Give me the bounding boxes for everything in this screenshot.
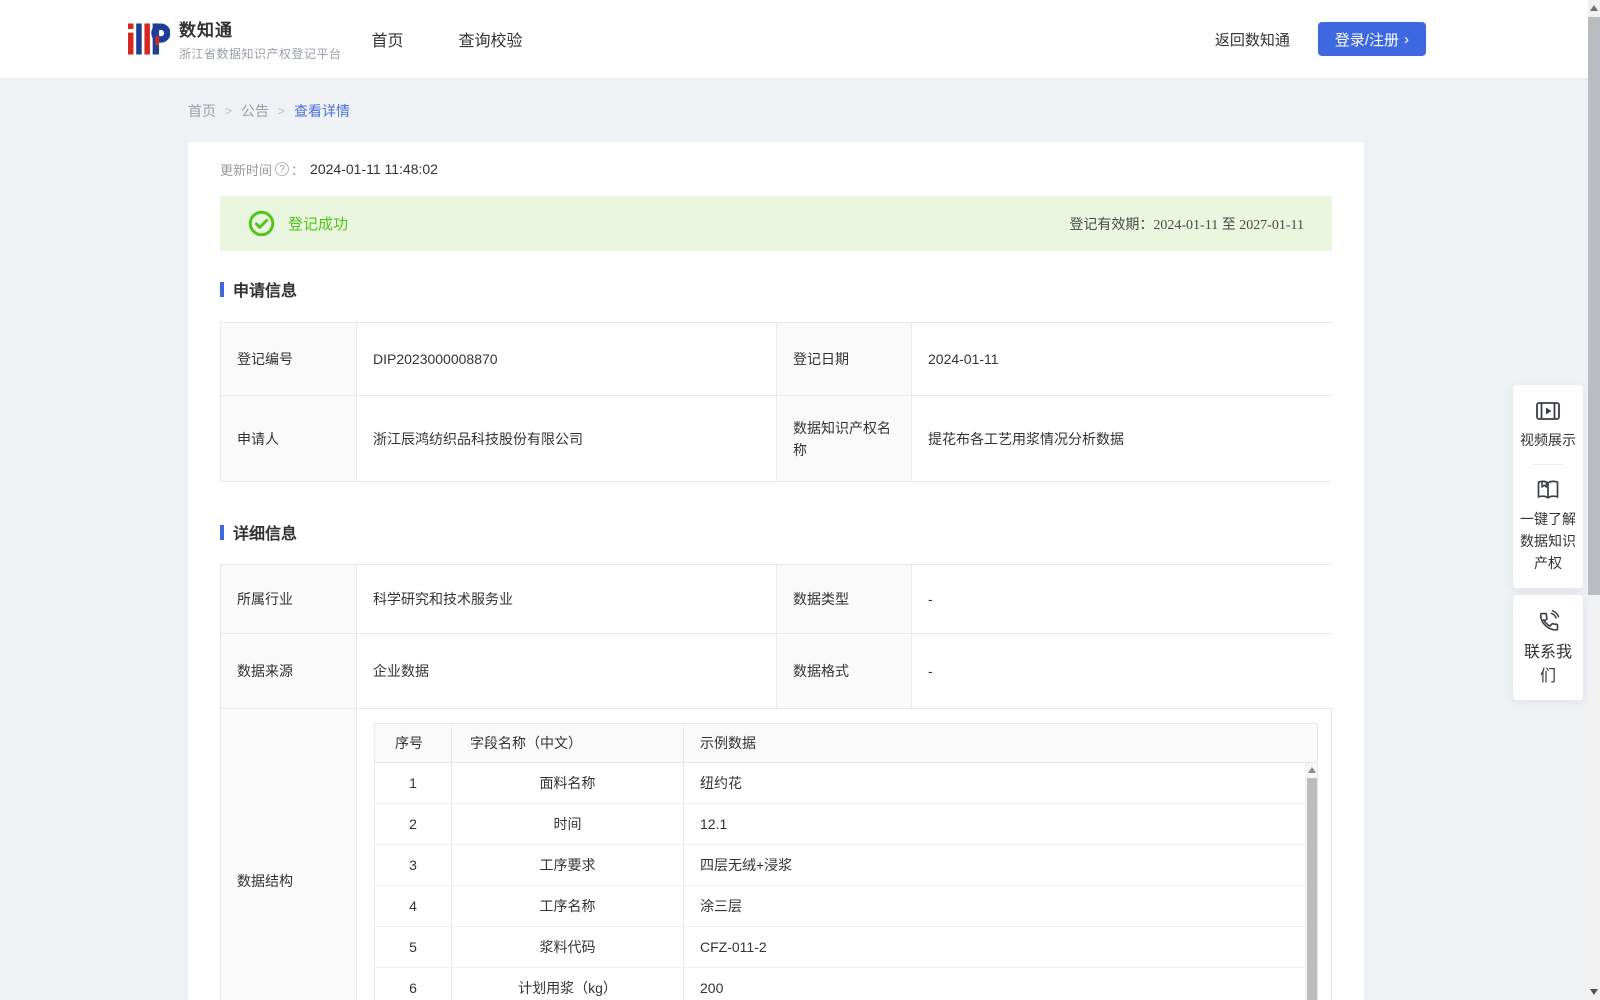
breadcrumb-announcement[interactable]: 公告 <box>241 101 269 121</box>
content-card: 更新时间 ? ： 2024-01-11 11:48:02 登记成功 登记有效期：… <box>188 142 1364 1000</box>
breadcrumb-current: 查看详情 <box>294 103 351 119</box>
book-icon <box>1537 480 1559 499</box>
status-banner: 登记成功 登记有效期：2024-01-11 至 2027-01-11 <box>220 196 1332 251</box>
breadcrumb-separator: > <box>278 104 286 118</box>
logo-icon <box>128 23 170 55</box>
section-bar <box>220 281 224 297</box>
nav-query-verify[interactable]: 查询校验 <box>459 27 523 51</box>
breadcrumb-home[interactable]: 首页 <box>188 101 216 121</box>
validity-period: 登记有效期：2024-01-11 至 2027-01-11 <box>1069 217 1304 233</box>
table-scrollbar[interactable] <box>1305 763 1317 1000</box>
login-register-button[interactable]: 登录/注册 › <box>1317 22 1426 56</box>
scroll-up-arrow-icon[interactable] <box>1308 767 1316 773</box>
logo[interactable]: 数知通 浙江省数据知识产权登记平台 <box>128 16 342 62</box>
video-icon <box>1536 402 1560 420</box>
floating-panel-top: 视频展示 一键了解 数据知识 产权 <box>1513 385 1583 588</box>
chevron-right-icon: › <box>1404 30 1409 48</box>
app-subtitle: 浙江省数据知识产权登记平台 <box>179 47 342 61</box>
divider <box>1531 464 1565 465</box>
field-label: 数据类型 <box>777 565 912 633</box>
table-row: 1 面料名称 纽约花 <box>375 763 1317 804</box>
section-title-application: 申请信息 <box>220 277 1332 301</box>
field-label-data-structure: 数据结构 <box>221 708 357 1000</box>
section-title-detail: 详细信息 <box>220 520 1332 544</box>
breadcrumb: 首页 > 公告 > 查看详情 <box>188 101 1600 121</box>
field-value: 浙江辰鸿纺织品科技股份有限公司 <box>357 395 777 481</box>
section-bar <box>220 524 224 540</box>
update-time-value: 2024-01-11 11:48:02 <box>310 161 438 177</box>
window-scrollbar[interactable] <box>1588 0 1600 1000</box>
column-header-seq: 序号 <box>375 724 452 762</box>
nav-home[interactable]: 首页 <box>372 27 404 51</box>
table-scrollbar-thumb[interactable] <box>1307 778 1317 1000</box>
table-row: 6 计划用浆（kg） 200 <box>375 968 1317 1000</box>
field-value: DIP2023000008870 <box>357 323 777 395</box>
field-value: - <box>912 565 1333 633</box>
field-value: 企业数据 <box>357 633 777 708</box>
data-structure-table: 序号 字段名称（中文） 示例数据 1 面料名称 纽约花 2 时间 12.1 3 … <box>374 723 1318 1000</box>
header: 数知通 浙江省数据知识产权登记平台 首页 查询校验 返回数知通 登录/注册 › <box>0 0 1600 78</box>
field-value: - <box>912 633 1333 708</box>
back-to-shuzhitong-link[interactable]: 返回数知通 <box>1215 29 1290 50</box>
video-display-button[interactable]: 视频展示 <box>1517 399 1579 451</box>
status-text: 登记成功 <box>288 216 349 233</box>
field-label: 登记编号 <box>221 323 357 395</box>
ip-guide-button[interactable]: 一键了解 数据知识 产权 <box>1517 478 1579 574</box>
table-row: 4 工序名称 涂三层 <box>375 886 1317 927</box>
scrollbar-up-arrow-icon[interactable] <box>1590 5 1598 11</box>
page: 数知通 浙江省数据知识产权登记平台 首页 查询校验 返回数知通 登录/注册 › … <box>0 0 1600 1000</box>
table-row: 5 浆料代码 CFZ-011-2 <box>375 927 1317 968</box>
detail-info-table: 所属行业 科学研究和技术服务业 数据类型 - 数据来源 企业数据 数据格式 - … <box>220 564 1333 1000</box>
scrollbar-down-arrow-icon[interactable] <box>1590 989 1598 995</box>
table-row: 2 时间 12.1 <box>375 804 1317 845</box>
field-value: 提花布各工艺用浆情况分析数据 <box>912 395 1333 481</box>
update-time-label: 更新时间 <box>220 162 273 178</box>
table-header-row: 序号 字段名称（中文） 示例数据 <box>375 724 1317 763</box>
table-row: 3 工序要求 四层无绒+浸浆 <box>375 845 1317 886</box>
field-label: 数据格式 <box>777 633 912 708</box>
contact-button[interactable]: 联系我们 <box>1513 595 1583 700</box>
window-scrollbar-thumb[interactable] <box>1588 17 1600 595</box>
app-title: 数知通 <box>179 21 233 40</box>
column-header-sample-data: 示例数据 <box>700 735 756 751</box>
field-value: 2024-01-11 <box>912 323 1333 395</box>
main-nav: 首页 查询校验 <box>372 27 523 51</box>
application-info-table: 登记编号 DIP2023000008870 登记日期 2024-01-11 申请… <box>220 322 1333 482</box>
field-label: 申请人 <box>221 395 357 481</box>
field-value: 科学研究和技术服务业 <box>357 565 777 633</box>
check-circle-icon <box>248 210 275 237</box>
breadcrumb-separator: > <box>225 104 233 118</box>
update-time-row: 更新时间 ? ： 2024-01-11 11:48:02 <box>220 161 438 178</box>
field-label: 所属行业 <box>221 565 357 633</box>
column-header-field-name: 字段名称（中文） <box>452 724 684 762</box>
field-label: 数据知识产权名称 <box>777 395 912 481</box>
phone-icon <box>1539 610 1560 631</box>
help-icon[interactable]: ? <box>275 162 290 176</box>
field-label: 数据来源 <box>221 633 357 708</box>
field-label: 登记日期 <box>777 323 912 395</box>
